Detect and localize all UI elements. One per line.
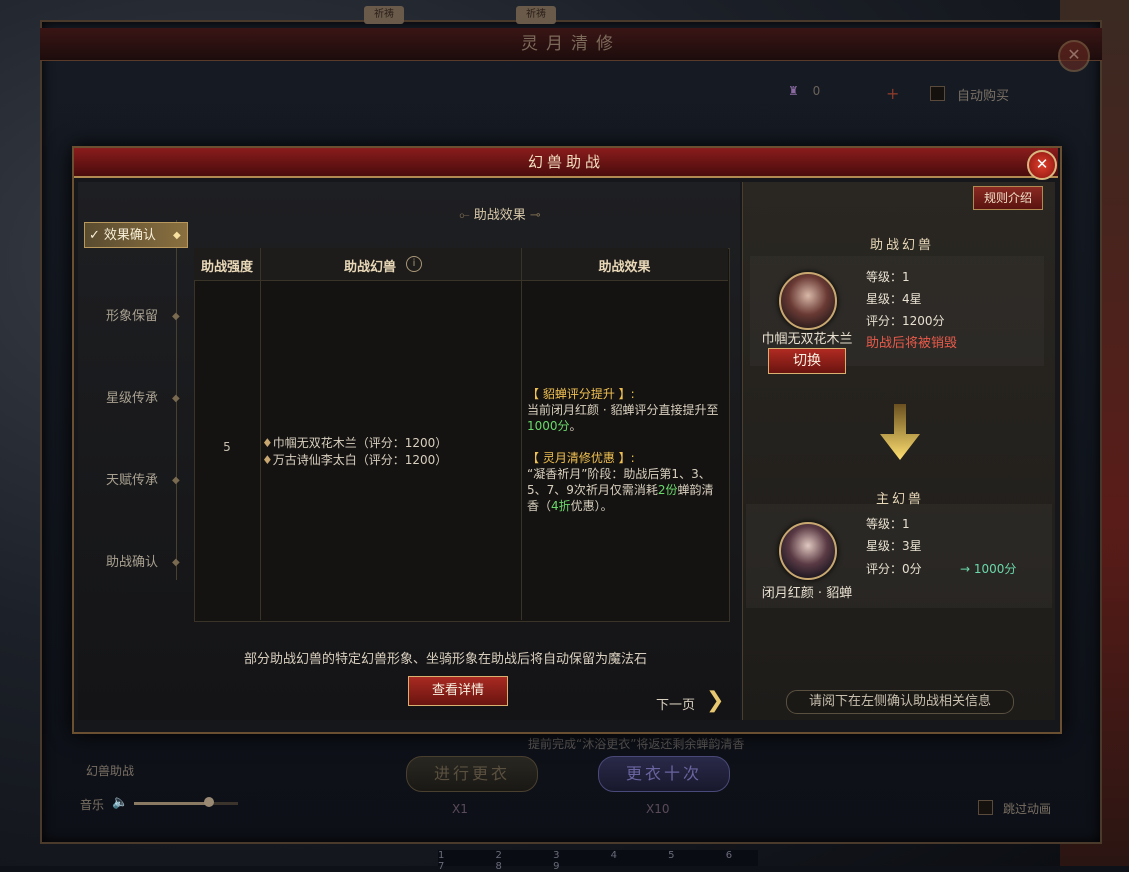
info-icon[interactable]: i <box>406 256 422 272</box>
main-beast-name: 闭月红颜 · 貂蝉 <box>761 586 853 601</box>
skip-animation-label: 跳过动画 <box>1003 802 1052 816</box>
diamond-icon: ◆ <box>172 475 180 486</box>
music-slider-fill <box>134 802 209 805</box>
effect-title: 【 貂蝉评分提升 】: <box>527 387 635 401</box>
assist-beast-avatar[interactable] <box>779 272 837 330</box>
top-tag: 祈祷 <box>516 6 556 24</box>
assist-level: 等级：1 <box>866 270 910 284</box>
cost-once: X1 <box>452 802 468 816</box>
column-divider <box>521 248 522 620</box>
nav-label: 助战确认 <box>106 555 159 570</box>
beast-item: ♦万古诗仙李太白（评分：1200） <box>262 451 447 468</box>
nav-effect-confirm[interactable]: ✓ 效果确认 ◆ <box>84 222 188 248</box>
destroy-warning: 助战后将被销毁 <box>866 336 958 351</box>
down-arrow-icon <box>880 404 920 460</box>
nav-talent-inherit[interactable]: 天赋传承 ◆ <box>106 468 206 494</box>
main-score: 评分：0分 <box>866 562 922 576</box>
nav-appearance-keep[interactable]: 形象保留 ◆ <box>106 304 206 330</box>
outer-window-title: 灵月清修 <box>40 28 1102 61</box>
score-after: → 1000分 <box>960 562 1017 576</box>
dialog-title: 幻兽助战 <box>527 153 604 171</box>
skip-animation-checkbox[interactable] <box>978 800 993 815</box>
effect-title: 【 灵月清修优惠 】: <box>527 451 635 465</box>
view-details-button[interactable]: 查看详情 <box>408 676 508 706</box>
header-effect: 助战效果 <box>598 260 651 275</box>
music-slider-knob[interactable] <box>203 797 214 807</box>
nav-label: 星级传承 <box>106 391 159 406</box>
beast-assist-label: 幻兽助战 <box>86 764 135 778</box>
return-hint: 提前完成“沐浴更衣”将返还剩余蝉韵清香 <box>528 737 745 751</box>
effect-text: “凝香祈月”阶段：助战后第1、3、5、7、9次祈月仅需消耗2份蝉韵清香（4折优惠… <box>527 467 714 513</box>
header-beast: 助战幻兽 <box>343 260 396 275</box>
ornament-left-icon: ⟜ <box>459 208 470 223</box>
next-page-label[interactable]: 下一页 <box>656 694 695 713</box>
auto-buy-checkbox[interactable] <box>930 86 945 101</box>
nav-label: 形象保留 <box>106 309 159 324</box>
header-strength: 助战强度 <box>200 260 253 275</box>
auto-buy-label: 自动购买 <box>957 89 1010 104</box>
main-beast-avatar[interactable] <box>779 522 837 580</box>
effect-description: 【 貂蝉评分提升 】: 当前闭月红颜 · 貂蝉评分直接提升至1000分。 【 灵… <box>527 386 723 514</box>
diamond-icon: ◆ <box>172 311 180 322</box>
assist-score: 评分：1200分 <box>866 314 945 328</box>
speaker-icon[interactable]: 🔈 <box>112 795 128 810</box>
incense-icon: ♜ <box>788 84 799 98</box>
close-icon[interactable]: ✕ <box>1027 150 1057 180</box>
diamond-icon: ◆ <box>172 557 180 568</box>
beast-name: 巾帼无双花木兰（评分：1200） <box>272 436 448 450</box>
beast-name: 万古诗仙李太白（评分：1200） <box>272 453 448 467</box>
dress-ten-button[interactable]: 更衣十次 <box>598 756 730 792</box>
diamond-icon: ♦ <box>262 453 273 467</box>
diamond-icon: ◆ <box>172 393 180 404</box>
cost-ten: X10 <box>646 802 670 816</box>
effect-text: 当前闭月红颜 · 貂蝉评分直接提升至1000分。 <box>527 403 719 433</box>
nav-label: 天赋传承 <box>106 473 159 488</box>
main-level: 等级：1 <box>866 517 910 531</box>
diamond-icon: ♦ <box>262 436 273 450</box>
hotbar: 1 2 3 4 5 6 7 8 9 <box>438 850 758 872</box>
nav-assist-confirm[interactable]: 助战确认 ◆ <box>106 550 206 576</box>
currency-value: 0 <box>812 84 821 98</box>
ornament-right-icon: ⊸ <box>529 208 541 223</box>
rules-button[interactable]: 规则介绍 <box>973 186 1043 210</box>
top-tag: 祈祷 <box>364 6 404 24</box>
note-text: 部分助战幻兽的特定幻兽形象、坐骑形象在助战后将自动保留为魔法石 <box>244 652 648 667</box>
assist-stars: 星级：4星 <box>866 292 922 306</box>
chevron-right-icon[interactable]: ❯ <box>706 688 724 713</box>
music-label: 音乐 <box>80 798 105 812</box>
dress-once-button[interactable]: 进行更衣 <box>406 756 538 792</box>
assist-beast-name: 巾帼无双花木兰 <box>761 332 853 347</box>
main-stars: 星级：3星 <box>866 539 922 553</box>
diamond-icon: ◆ <box>173 230 181 241</box>
add-currency-icon[interactable]: + <box>886 84 899 103</box>
check-icon: ✓ <box>89 228 100 243</box>
column-divider <box>260 248 261 620</box>
beast-item: ♦巾帼无双花木兰（评分：1200） <box>262 434 447 451</box>
assist-beast-label: 助战幻兽 <box>869 238 934 253</box>
outer-close-icon[interactable]: ✕ <box>1058 40 1090 72</box>
nav-label: 效果确认 <box>103 228 156 243</box>
nav-star-inherit[interactable]: 星级传承 ◆ <box>106 386 206 412</box>
confirm-hint: 请阅下在左侧确认助战相关信息 <box>786 690 1014 714</box>
strength-value: 5 <box>223 440 231 454</box>
section-title-text: 助战效果 <box>473 208 526 223</box>
section-title: ⟜ 助战效果 ⊸ <box>380 204 620 223</box>
switch-button[interactable]: 切换 <box>768 348 846 374</box>
